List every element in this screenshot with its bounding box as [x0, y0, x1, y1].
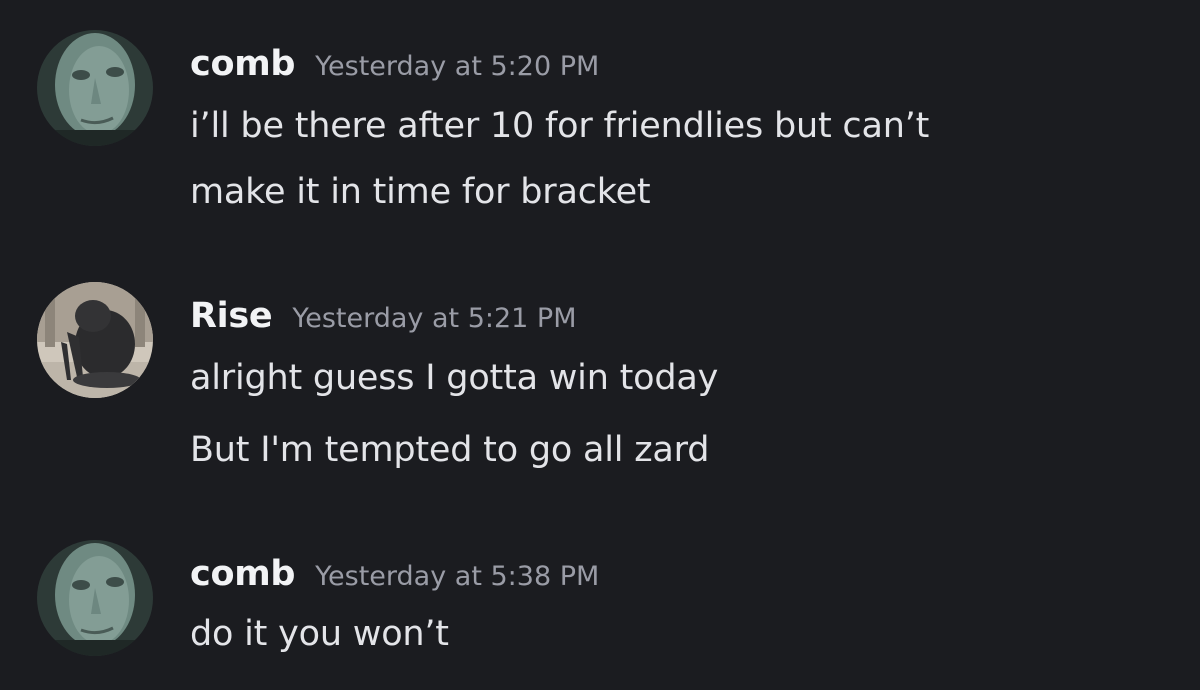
message-text: i’ll be there after 10 for friendlies bu… [190, 106, 930, 146]
timestamp: Yesterday at 5:38 PM [315, 561, 600, 592]
username[interactable]: Rise [190, 296, 273, 336]
avatar-image [37, 282, 153, 398]
message-text: alright guess I gotta win today [190, 358, 719, 398]
timestamp: Yesterday at 5:20 PM [315, 51, 600, 82]
message-text: make it in time for bracket [190, 172, 651, 212]
avatar[interactable] [37, 540, 153, 656]
avatar-image [37, 30, 153, 146]
avatar-image [37, 540, 153, 656]
username[interactable]: comb [190, 554, 295, 594]
username[interactable]: comb [190, 44, 295, 84]
avatar[interactable] [37, 30, 153, 146]
message-text: do it you won’t [190, 614, 449, 654]
message-text: But I'm tempted to go all zard [190, 430, 710, 470]
chat-message-list: comb Yesterday at 5:20 PM i’ll be there a… [0, 0, 1200, 690]
avatar[interactable] [37, 282, 153, 398]
timestamp: Yesterday at 5:21 PM [292, 303, 577, 334]
